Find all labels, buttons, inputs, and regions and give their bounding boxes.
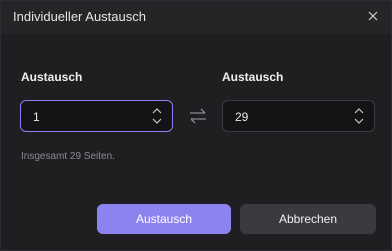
dialog-title: Individueller Austausch: [13, 9, 146, 24]
title-bar: Individueller Austausch: [1, 1, 391, 34]
left-page-value: 1: [33, 110, 40, 124]
exchange-button[interactable]: Austausch: [97, 204, 231, 234]
left-exchange-label: Austausch: [21, 70, 83, 84]
close-icon: [368, 11, 378, 21]
left-page-spinbox[interactable]: 1: [20, 100, 173, 132]
total-pages-info: Insgesamt 29 Seiten.: [21, 151, 115, 162]
cancel-button[interactable]: Abbrechen: [240, 204, 376, 234]
exchange-dialog: Individueller Austausch Austausch Austau…: [0, 0, 392, 251]
stepper-arrows-icon[interactable]: [350, 105, 368, 127]
right-exchange-label: Austausch: [222, 70, 284, 84]
stepper-arrows-icon[interactable]: [148, 105, 166, 127]
close-button[interactable]: [363, 6, 383, 26]
right-page-value: 29: [235, 110, 249, 124]
swap-icon: [190, 108, 206, 124]
right-page-spinbox[interactable]: 29: [222, 100, 375, 132]
